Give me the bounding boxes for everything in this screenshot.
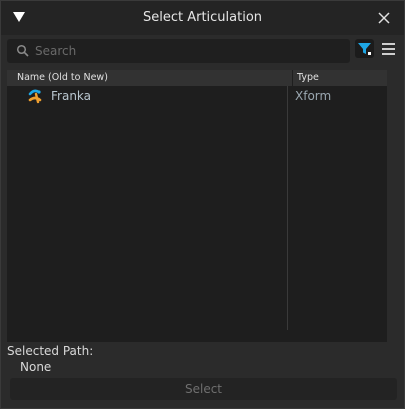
close-icon[interactable] <box>374 8 394 28</box>
filter-icon <box>358 43 371 55</box>
title-bar[interactable]: Select Articulation <box>1 1 404 35</box>
select-button[interactable]: Select <box>10 378 397 400</box>
column-header-name[interactable]: Name (Old to New) <box>17 72 108 83</box>
column-separator-line <box>287 86 288 330</box>
selected-path-label: Selected Path: <box>7 344 94 358</box>
column-divider[interactable] <box>292 70 293 86</box>
dialog-title: Select Articulation <box>142 10 263 25</box>
vertical-scrollbar[interactable] <box>387 70 398 342</box>
row-name: Franka <box>51 89 92 103</box>
tree-row-franka[interactable]: Franka Xform <box>7 87 387 107</box>
articulation-icon <box>28 89 42 104</box>
row-type: Xform <box>295 89 332 103</box>
search-input[interactable] <box>35 39 340 63</box>
stage-tree-view[interactable]: Name (Old to New) Type Franka Xform <box>7 70 398 342</box>
tree-header: Name (Old to New) Type <box>7 70 387 86</box>
selected-path-value: None <box>20 360 52 374</box>
search-bar[interactable] <box>7 39 350 63</box>
search-icon <box>16 44 29 57</box>
filter-button[interactable] <box>355 39 374 58</box>
column-header-type[interactable]: Type <box>297 72 319 83</box>
select-articulation-dialog: Select Articulation Name (Old to New) Ty… <box>0 0 405 409</box>
hamburger-menu-icon[interactable] <box>382 43 395 55</box>
